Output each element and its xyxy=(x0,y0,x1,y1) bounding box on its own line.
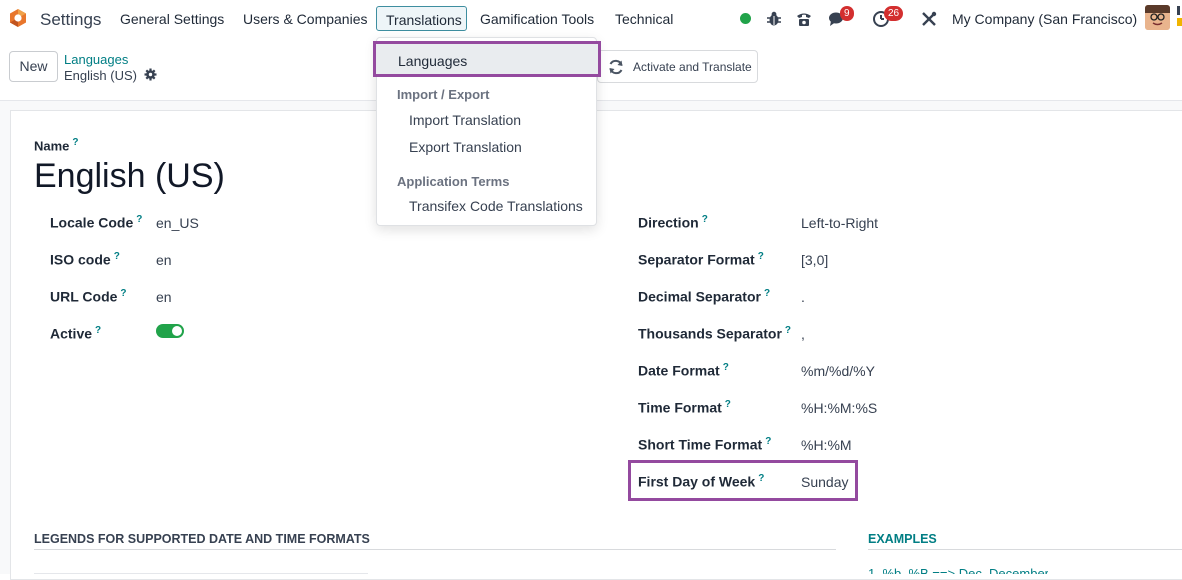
first-day-of-week-field[interactable]: Sunday xyxy=(801,474,848,490)
avatar-face-icon xyxy=(1145,5,1170,30)
locale-code-label: Locale Code? xyxy=(50,214,143,231)
dropdown-item-languages-label: Languages xyxy=(398,53,468,69)
dropdown-header-import-export: Import / Export xyxy=(397,87,490,102)
date-format-field[interactable]: %m/%d/%Y xyxy=(801,363,875,379)
new-record-button[interactable]: New xyxy=(9,51,58,82)
dropdown-header-application-terms: Application Terms xyxy=(397,174,510,189)
dropdown-item-export-translation[interactable]: Export Translation xyxy=(409,139,522,155)
first-day-of-week-label: First Day of Week? xyxy=(638,473,765,490)
company-switcher[interactable]: My Company (San Francisco) xyxy=(952,11,1137,27)
name-field-label: Name? xyxy=(34,137,79,154)
gear-icon[interactable] xyxy=(144,68,157,81)
separator-format-label: Separator Format? xyxy=(638,251,764,268)
time-format-label: Time Format? xyxy=(638,399,731,416)
menu-translations-label: Translations xyxy=(386,12,462,28)
debug-bug-icon[interactable] xyxy=(765,10,783,28)
dropdown-item-import-translation[interactable]: Import Translation xyxy=(409,112,521,128)
user-avatar[interactable] xyxy=(1145,5,1170,30)
tools-icon[interactable] xyxy=(920,10,938,28)
breadcrumb-languages-link[interactable]: Languages xyxy=(64,52,128,67)
direction-label: Direction? xyxy=(638,214,708,231)
menu-technical[interactable]: Technical xyxy=(615,11,673,27)
messages-count-badge: 9 xyxy=(840,6,854,21)
top-navbar: Settings General Settings Users & Compan… xyxy=(0,0,1182,38)
short-time-format-field[interactable]: %H:%M xyxy=(801,437,852,453)
url-code-label: URL Code? xyxy=(50,288,127,305)
thousands-separator-field[interactable]: , xyxy=(801,326,805,342)
short-time-format-label: Short Time Format? xyxy=(638,436,772,453)
active-label: Active? xyxy=(50,325,102,342)
activities-count-badge: 26 xyxy=(884,6,904,21)
breadcrumb-current: English (US) xyxy=(64,68,137,83)
thousands-separator-label: Thousands Separator? xyxy=(638,325,792,342)
examples-first-line-text: 1. %b, %B ==> Dec, December xyxy=(868,566,1048,574)
iso-code-field[interactable]: en xyxy=(156,252,172,268)
menu-users-companies[interactable]: Users & Companies xyxy=(243,11,368,27)
direction-field[interactable]: Left-to-Right xyxy=(801,215,878,231)
app-title[interactable]: Settings xyxy=(40,10,101,30)
odoo-logo-icon[interactable] xyxy=(8,8,28,28)
activate-and-translate-button[interactable]: Activate and Translate xyxy=(597,50,758,83)
legends-divider xyxy=(34,549,836,550)
menu-translations[interactable]: Translations xyxy=(376,6,467,31)
phone-icon[interactable] xyxy=(795,10,813,28)
separator-format-field[interactable]: [3,0] xyxy=(801,252,828,268)
active-toggle[interactable] xyxy=(156,324,184,338)
activate-and-translate-label: Activate and Translate xyxy=(633,60,752,74)
examples-section-header: EXAMPLES xyxy=(868,532,937,546)
name-help-icon[interactable]: ? xyxy=(72,137,78,148)
menu-gamification-tools[interactable]: Gamification Tools xyxy=(480,11,594,27)
menu-general-settings[interactable]: General Settings xyxy=(120,11,224,27)
date-format-label: Date Format? xyxy=(638,362,729,379)
legends-section-header: LEGENDS FOR SUPPORTED DATE AND TIME FORM… xyxy=(34,532,370,546)
examples-divider xyxy=(868,549,1182,550)
presence-status-icon[interactable] xyxy=(740,13,751,24)
examples-first-line: 1. %b, %B ==> Dec, December xyxy=(868,566,1048,574)
iso-code-label: ISO code? xyxy=(50,251,120,268)
url-code-field[interactable]: en xyxy=(156,289,172,305)
decimal-separator-label: Decimal Separator? xyxy=(638,288,771,305)
user-menu-peek-icon xyxy=(1177,6,1182,26)
time-format-field[interactable]: %H:%M:%S xyxy=(801,400,877,416)
decimal-separator-field[interactable]: . xyxy=(801,289,805,305)
language-name-input[interactable]: English (US) xyxy=(34,157,225,196)
locale-code-field[interactable]: en_US xyxy=(156,215,199,231)
dropdown-item-languages[interactable]: Languages xyxy=(373,41,601,77)
refresh-icon xyxy=(609,59,623,75)
dropdown-item-transifex[interactable]: Transifex Code Translations xyxy=(409,198,583,214)
